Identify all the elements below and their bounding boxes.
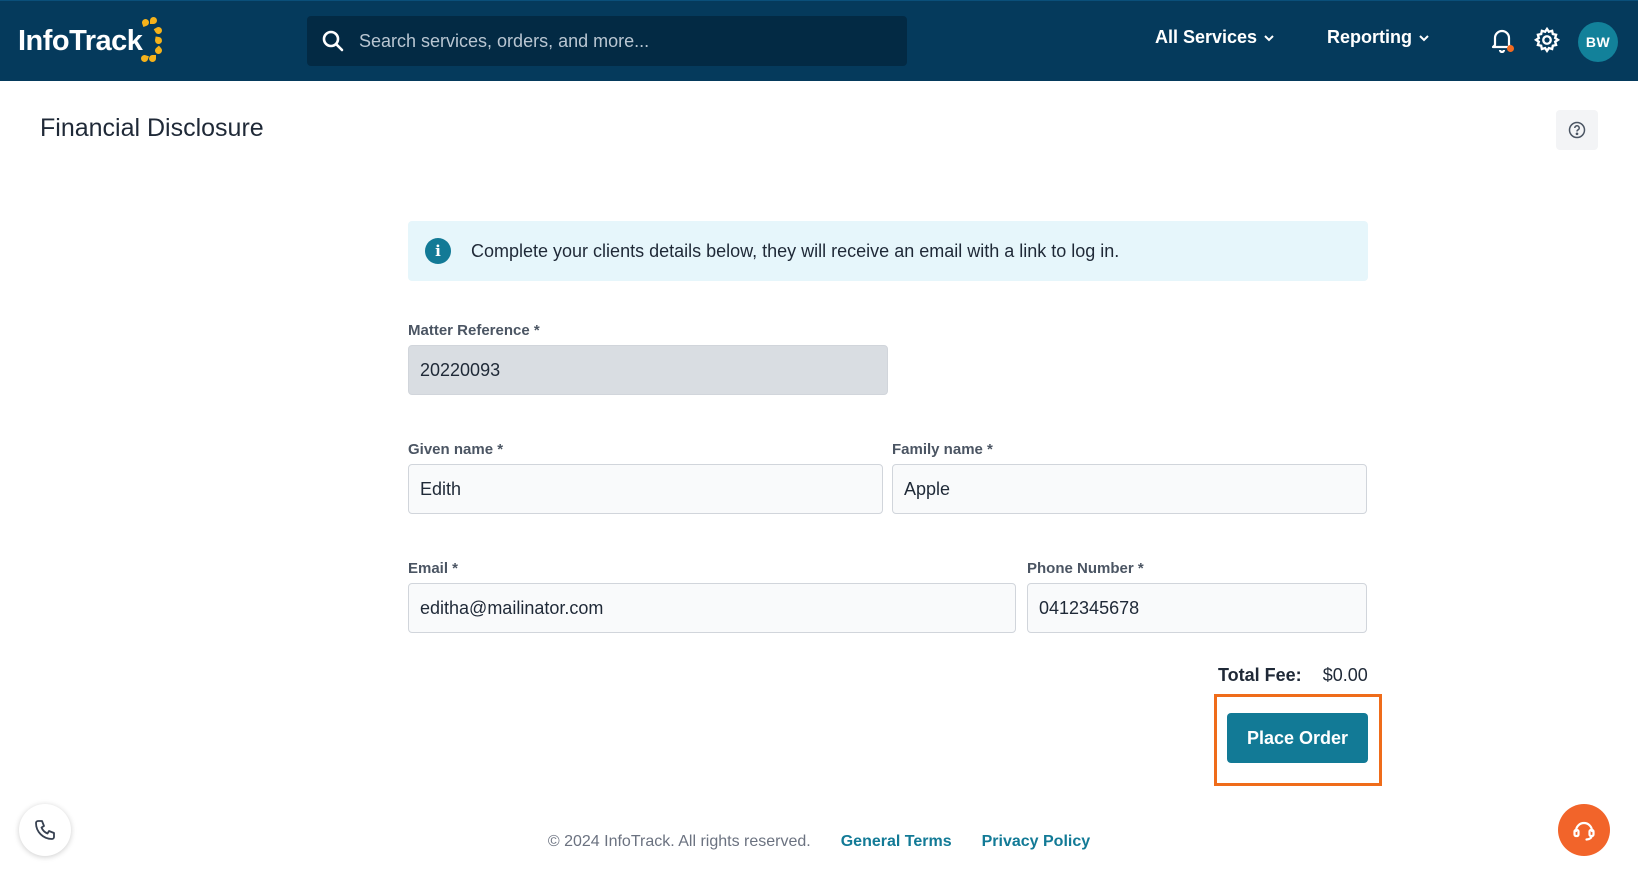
notifications-button[interactable]: [1487, 25, 1517, 55]
settings-button[interactable]: [1532, 25, 1562, 55]
infotrack-logo[interactable]: InfoTrack: [18, 15, 164, 67]
search-icon: [322, 30, 344, 52]
matter-reference-field[interactable]: [408, 345, 888, 395]
gear-icon: [1533, 26, 1561, 53]
help-button[interactable]: [1556, 110, 1598, 150]
email-label: Email *: [408, 560, 459, 577]
nav-reporting-label: Reporting: [1327, 27, 1412, 47]
page-title: Financial Disclosure: [40, 114, 264, 142]
privacy-policy-link[interactable]: Privacy Policy: [982, 833, 1091, 851]
total-fee-value: $0.00: [1322, 665, 1368, 685]
top-navigation-bar: InfoTrack All Services Reporting: [0, 0, 1638, 81]
matter-reference-label: Matter Reference *: [408, 322, 540, 339]
logo-text: InfoTrack: [18, 24, 143, 57]
total-fee: Total Fee: $0.00: [1218, 665, 1368, 686]
nav-all-services[interactable]: All Services: [1155, 27, 1275, 48]
info-icon: i: [425, 238, 451, 264]
family-name-field[interactable]: [892, 464, 1367, 514]
global-search[interactable]: [307, 16, 907, 66]
question-circle-icon: [1568, 121, 1586, 139]
email-field[interactable]: [408, 583, 1016, 633]
family-name-label: Family name *: [892, 441, 993, 458]
chevron-down-icon: [1419, 34, 1429, 41]
notification-dot: [1507, 45, 1514, 52]
place-order-button[interactable]: Place Order: [1227, 713, 1368, 763]
general-terms-link[interactable]: General Terms: [841, 833, 952, 851]
search-input[interactable]: [359, 30, 879, 52]
footer: © 2024 InfoTrack. All rights reserved. G…: [0, 833, 1638, 851]
given-name-field[interactable]: [408, 464, 883, 514]
total-fee-label: Total Fee:: [1218, 665, 1302, 685]
info-message: Complete your clients details below, the…: [471, 240, 1120, 261]
footer-copyright: © 2024 InfoTrack. All rights reserved.: [547, 833, 811, 850]
nav-all-services-label: All Services: [1155, 27, 1258, 47]
phone-number-field[interactable]: [1027, 583, 1367, 633]
chevron-down-icon: [1264, 34, 1274, 41]
nav-reporting[interactable]: Reporting: [1327, 27, 1430, 48]
given-name-label: Given name *: [408, 441, 504, 458]
phone-number-label: Phone Number *: [1027, 560, 1144, 577]
user-avatar[interactable]: BW: [1578, 22, 1618, 62]
info-banner: i Complete your clients details below, t…: [408, 221, 1368, 281]
logo-mark-icon: [140, 15, 164, 67]
